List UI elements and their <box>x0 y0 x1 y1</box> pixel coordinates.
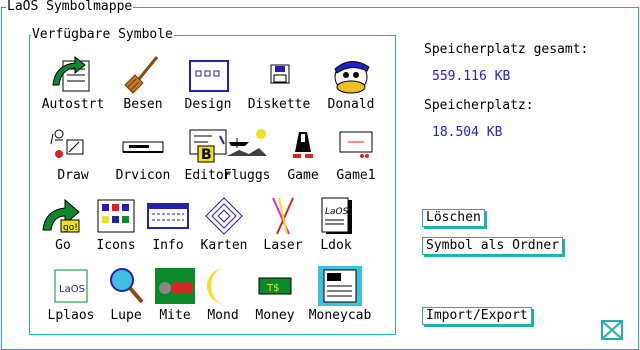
import-export-button[interactable]: Import/Export <box>422 307 532 325</box>
symbol-autostrt[interactable]: Autostrt <box>38 55 108 125</box>
draw-icon <box>50 129 84 158</box>
symbol-label: Drvicon <box>115 168 171 183</box>
symbol-design[interactable]: Design <box>173 55 243 125</box>
symbol-label: Go <box>55 238 71 253</box>
symbol-donald[interactable]: Donald <box>316 55 386 125</box>
symbol-label: Mond <box>207 308 239 323</box>
symbol-label: Karten <box>200 238 248 253</box>
symbol-ldok[interactable]: LaOS Ldok <box>301 196 371 266</box>
symbol-label: Donald <box>327 97 375 112</box>
symbol-label: Lupe <box>110 308 142 323</box>
symbol-diskette[interactable]: Diskette <box>244 55 314 125</box>
game-screen-icon <box>339 131 373 158</box>
symbol-game1[interactable]: Game1 <box>321 126 391 196</box>
storage-total-value: 559.116 KB <box>432 69 511 84</box>
autostart-icon <box>52 55 90 92</box>
game-figure-icon <box>293 132 313 158</box>
airplane-icon <box>227 129 267 156</box>
symbol-label: Mite <box>159 308 191 323</box>
donald-duck-icon <box>334 61 370 94</box>
svg-text:go!: go! <box>63 223 78 233</box>
laos-document-icon: LaOS <box>321 197 352 234</box>
lplaos-icon: LaOS <box>54 269 88 303</box>
moneycab-icon <box>318 266 362 306</box>
symbol-label: Game1 <box>336 168 376 183</box>
delete-button[interactable]: Löschen <box>422 209 485 227</box>
svg-text:T$: T$ <box>266 283 279 294</box>
symbol-label: Info <box>152 238 184 253</box>
symbol-besen[interactable]: Besen <box>108 55 178 125</box>
symbol-label: Design <box>184 97 232 112</box>
floppy-disk-icon <box>270 64 290 84</box>
storage-total-label: Speicherplatz gesamt: <box>424 42 589 57</box>
diamond-card-icon <box>205 197 243 235</box>
symbol-moneycab[interactable]: Moneycab <box>305 266 375 336</box>
symbol-label: Money <box>255 308 295 323</box>
symbol-money[interactable]: T$ Money <box>240 266 310 336</box>
symbol-label: Moneycab <box>308 308 372 323</box>
symbol-label: Besen <box>123 97 163 112</box>
symbol-drvicon[interactable]: Drvicon <box>108 126 178 196</box>
symbols-panel-title: Verfügbare Symbole <box>31 27 174 42</box>
symbol-as-folder-button[interactable]: Symbol als Ordner <box>422 237 564 255</box>
symbol-label: Ldok <box>320 238 352 253</box>
drive-icon <box>122 141 164 153</box>
svg-text:B: B <box>201 147 212 163</box>
symbol-label: Fluggs <box>223 168 271 183</box>
money-icon: T$ <box>258 277 292 295</box>
storage-free-value: 18.504 KB <box>432 125 503 140</box>
symbol-draw[interactable]: Draw <box>38 126 108 196</box>
symbol-label: Draw <box>57 168 89 183</box>
symbol-label: Diskette <box>247 97 311 112</box>
close-icon[interactable] <box>601 320 623 340</box>
info-window-icon <box>147 203 189 229</box>
symbol-label: Lplaos <box>47 308 95 323</box>
laser-icon <box>272 197 294 235</box>
svg-text:LaOS: LaOS <box>325 207 349 217</box>
symbol-label: Game <box>287 168 319 183</box>
symbol-label: Laser <box>263 238 303 253</box>
symbol-label: Icons <box>96 238 136 253</box>
design-icon <box>189 60 229 92</box>
window-title: LaOS Symbolmappe <box>6 0 134 14</box>
go-arrow-icon: go! <box>42 198 80 233</box>
storage-free-label: Speicherplatz: <box>424 98 534 113</box>
symbol-label: Autostrt <box>41 97 105 112</box>
broom-icon <box>124 56 159 94</box>
svg-text:LaOS: LaOS <box>59 284 85 295</box>
